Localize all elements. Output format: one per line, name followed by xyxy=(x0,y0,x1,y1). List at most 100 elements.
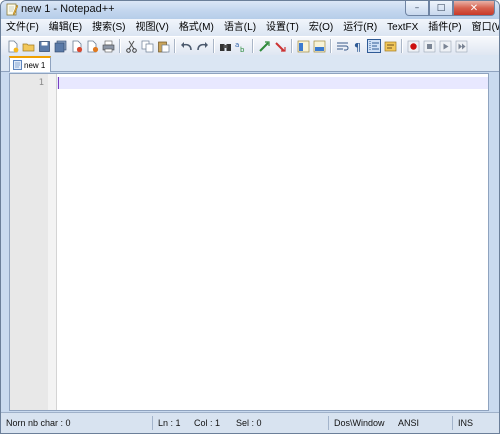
document-icon xyxy=(13,60,22,70)
save-all-button[interactable] xyxy=(53,39,67,53)
minimize-icon: – xyxy=(414,3,420,13)
copy-icon xyxy=(141,40,153,52)
close-window-button[interactable]: ✕ xyxy=(453,1,495,16)
menu-bar: 文件(F) 编辑(E) 搜索(S) 视图(V) 格式(M) 语言(L) 设置(T… xyxy=(1,19,499,36)
run-macro-multiple-icon xyxy=(455,40,467,52)
close-icon: ✕ xyxy=(469,2,479,14)
play-macro-button[interactable] xyxy=(438,39,452,53)
current-line-highlight xyxy=(57,77,488,89)
cut-icon xyxy=(125,40,137,53)
menu-plugins[interactable]: 插件(P) xyxy=(423,19,466,36)
paste-button[interactable] xyxy=(156,39,170,53)
notepad-window: new 1 - Notepad++ – □ ✕ 文件(F) 编辑(E) 搜索(S… xyxy=(0,0,500,434)
menu-textfx[interactable]: TextFX xyxy=(382,19,423,36)
maximize-button[interactable]: □ xyxy=(429,1,453,16)
save-icon xyxy=(38,40,50,52)
sync-horizontal-icon xyxy=(313,40,325,52)
replace-icon: ab xyxy=(235,41,245,53)
undo-button[interactable] xyxy=(179,39,193,53)
sync-vertical-icon xyxy=(297,40,309,52)
zoom-out-icon xyxy=(274,41,286,52)
maximize-icon: □ xyxy=(436,3,446,13)
toolbar-separator xyxy=(213,39,214,53)
undo-icon xyxy=(180,41,192,50)
redo-button[interactable] xyxy=(195,39,209,53)
user-language-button[interactable] xyxy=(383,39,397,53)
menu-search[interactable]: 搜索(S) xyxy=(87,19,130,36)
save-button[interactable] xyxy=(37,39,51,53)
stop-record-icon xyxy=(423,40,435,52)
close-all-icon xyxy=(87,40,98,52)
status-insert-mode: INS xyxy=(458,418,474,428)
title-bar[interactable]: new 1 - Notepad++ – □ ✕ xyxy=(1,1,499,19)
text-editor[interactable]: 1 xyxy=(9,73,489,411)
word-wrap-button[interactable] xyxy=(335,39,349,53)
tab-new-1[interactable]: new 1 xyxy=(9,56,51,72)
play-macro-icon xyxy=(439,40,451,52)
indent-guide-icon xyxy=(369,41,379,51)
close-all-button[interactable] xyxy=(85,39,99,53)
toolbar-separator xyxy=(119,39,120,53)
menu-settings[interactable]: 设置(T) xyxy=(261,19,304,36)
status-char-count: Norn nb char : 0 xyxy=(1,416,153,430)
notepad-plus-plus-icon xyxy=(6,3,18,16)
status-bar: Norn nb char : 0 Ln : 1 Col : 1 Sel : 0 … xyxy=(1,412,499,433)
close-button[interactable] xyxy=(69,39,83,53)
svg-text:¶: ¶ xyxy=(354,41,361,53)
status-selection: Sel : 0 xyxy=(231,416,329,430)
word-wrap-icon xyxy=(336,41,348,50)
open-file-button[interactable] xyxy=(21,39,35,53)
toolbar-separator xyxy=(291,39,292,53)
document-tab-strip: new 1 xyxy=(1,55,499,72)
zoom-in-icon xyxy=(258,40,270,52)
menu-run[interactable]: 运行(R) xyxy=(338,19,382,36)
toolbar-separator xyxy=(401,39,402,53)
cut-button[interactable] xyxy=(124,39,138,53)
user-language-icon xyxy=(384,41,396,51)
fold-margin[interactable] xyxy=(48,74,57,410)
show-all-chars-button[interactable]: ¶ xyxy=(351,39,365,53)
menu-format[interactable]: 格式(M) xyxy=(174,19,219,36)
menu-window[interactable]: 窗口(W) xyxy=(467,19,499,36)
replace-button[interactable]: ab xyxy=(234,39,248,53)
line-number: 1 xyxy=(38,78,44,88)
sync-vertical-button[interactable] xyxy=(296,39,310,53)
zoom-out-button[interactable] xyxy=(273,39,287,53)
paste-icon xyxy=(157,41,169,52)
minimize-button[interactable]: – xyxy=(405,1,429,16)
text-caret xyxy=(58,77,59,89)
run-macro-multiple-button[interactable] xyxy=(454,39,468,53)
menu-view[interactable]: 视图(V) xyxy=(130,19,173,36)
record-macro-button[interactable] xyxy=(406,39,420,53)
status-line: Ln : 1 xyxy=(158,418,181,428)
menu-language[interactable]: 语言(L) xyxy=(219,19,261,36)
tab-label: new 1 xyxy=(24,60,46,70)
toolbar-separator xyxy=(330,39,331,53)
zoom-in-button[interactable] xyxy=(257,39,271,53)
save-all-icon xyxy=(54,40,66,52)
caption-buttons: – □ ✕ xyxy=(405,1,495,17)
svg-text:b: b xyxy=(240,46,245,53)
status-column: Col : 1 xyxy=(194,418,221,428)
new-file-icon xyxy=(8,40,18,52)
show-all-chars-icon: ¶ xyxy=(354,41,361,53)
open-file-icon xyxy=(22,43,34,51)
sync-horizontal-button[interactable] xyxy=(312,39,326,53)
close-icon xyxy=(72,40,82,52)
window-title: new 1 - Notepad++ xyxy=(21,3,115,15)
status-eol-format: Dos\Window xyxy=(334,418,385,428)
svg-text:a: a xyxy=(235,41,239,49)
new-file-button[interactable] xyxy=(5,39,19,53)
copy-button[interactable] xyxy=(140,39,154,53)
toolbar-separator xyxy=(174,39,175,53)
record-macro-icon xyxy=(407,40,419,52)
redo-icon xyxy=(196,41,208,50)
print-button[interactable] xyxy=(101,39,115,53)
menu-macro[interactable]: 宏(O) xyxy=(304,19,338,36)
find-button[interactable] xyxy=(218,39,232,53)
print-icon xyxy=(102,40,114,52)
menu-file[interactable]: 文件(F) xyxy=(1,19,44,36)
stop-record-button[interactable] xyxy=(422,39,436,53)
indent-guide-button[interactable] xyxy=(367,39,381,53)
menu-edit[interactable]: 编辑(E) xyxy=(44,19,87,36)
